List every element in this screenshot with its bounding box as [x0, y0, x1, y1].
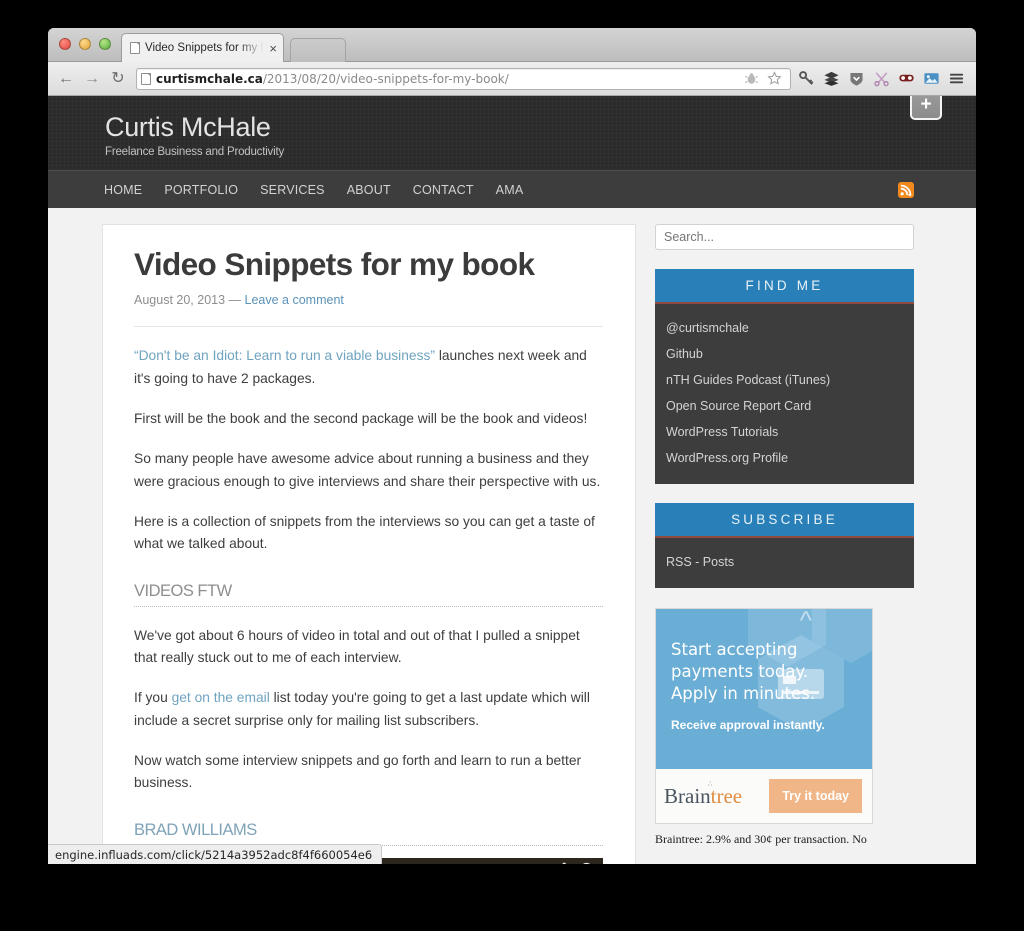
page-security-icon — [141, 72, 151, 85]
advertisement: ^ Start accepting payments today. Apply … — [655, 608, 914, 847]
back-button[interactable]: ← — [56, 68, 76, 90]
minimize-window-button[interactable] — [79, 38, 91, 50]
ad-line-3: Apply in minutes. — [671, 683, 816, 703]
widget-find-me: FIND ME @curtismchale Github nTH Guides … — [655, 269, 914, 484]
image-icon[interactable] — [922, 69, 941, 89]
sidebar-link-rss-posts[interactable]: RSS - Posts — [655, 549, 914, 575]
post-meta: August 20, 2013 — Leave a comment — [134, 293, 603, 328]
page-viewport: Curtis McHale Freelance Business and Pro… — [48, 96, 976, 864]
shield-icon[interactable] — [847, 69, 866, 89]
maximize-window-button[interactable] — [99, 38, 111, 50]
share-icon[interactable] — [554, 862, 567, 864]
close-tab-icon[interactable]: × — [269, 42, 277, 55]
address-bar[interactable]: curtismchale.ca/2013/08/20/video-snippet… — [136, 67, 791, 90]
search-input[interactable] — [655, 224, 914, 250]
window-controls — [59, 38, 111, 50]
omnibox-actions — [742, 69, 786, 89]
widget-subscribe: SUBSCRIBE RSS - Posts — [655, 503, 914, 588]
ad-subtext: Receive approval instantly. — [671, 717, 825, 732]
nav-item-portfolio[interactable]: PORTFOLIO — [164, 183, 238, 197]
email-list-link[interactable]: get on the email — [172, 690, 270, 705]
site-header: Curtis McHale Freelance Business and Pro… — [48, 96, 976, 170]
nav-item-services[interactable]: SERVICES — [260, 183, 325, 197]
sidebar-link-github[interactable]: Github — [655, 341, 914, 367]
post-paragraph-1: “Don't be an Idiot: Learn to run a viabl… — [134, 345, 603, 390]
new-tab-overlay-button[interactable]: + — [910, 96, 942, 120]
braintree-logo: Braintree ∴ — [664, 780, 743, 809]
url-text: curtismchale.ca/2013/08/20/video-snippet… — [156, 72, 509, 86]
browser-tab[interactable]: Video Snippets for my boo × — [121, 33, 284, 62]
new-tab-button[interactable] — [290, 38, 346, 62]
ad-line-1: Start accepting — [671, 640, 798, 659]
reload-button[interactable]: ↻ — [108, 68, 128, 90]
widget-find-me-links: @curtismchale Github nTH Guides Podcast … — [655, 304, 914, 484]
leave-comment-link[interactable]: Leave a comment — [245, 293, 344, 307]
ad-banner: ^ Start accepting payments today. Apply … — [656, 609, 872, 769]
post-paragraph-4: Here is a collection of snippets from th… — [134, 513, 595, 552]
key-icon[interactable] — [797, 69, 816, 89]
ad-footer: Braintree ∴ Try it today — [656, 769, 872, 823]
mask-icon[interactable] — [897, 69, 916, 89]
ad-caption: Braintree: 2.9% and 30¢ per transaction.… — [655, 832, 867, 846]
article-column: Video Snippets for my book August 20, 20… — [102, 224, 636, 864]
sidebar-link-wordpress-org-profile[interactable]: WordPress.org Profile — [655, 445, 914, 471]
info-icon[interactable] — [580, 862, 593, 864]
forward-button[interactable]: → — [82, 68, 102, 90]
logo-part-tree: tree — [710, 783, 743, 808]
post-paragraph-2: First will be the book and the second pa… — [134, 410, 588, 426]
tab-title: Video Snippets for my boo — [145, 42, 265, 54]
tab-strip: Video Snippets for my boo × — [48, 28, 976, 62]
try-it-today-button[interactable]: Try it today — [769, 779, 862, 813]
status-bar: engine.influads.com/click/5214a3952adc8f… — [48, 844, 383, 864]
ad-card[interactable]: ^ Start accepting payments today. Apply … — [655, 608, 873, 824]
chevron-up-icon: ^ — [799, 609, 812, 635]
post-title: Video Snippets for my book — [134, 246, 535, 282]
hamburger-menu-icon[interactable] — [947, 69, 966, 89]
p6-pre: If you — [134, 690, 172, 706]
browser-toolbar: ← → ↻ curtismchale.ca/2013/08/20/video-s… — [48, 62, 976, 96]
page-body: Video Snippets for my book August 20, 20… — [48, 208, 976, 864]
site-navigation: HOME PORTFOLIO SERVICES ABOUT CONTACT AM… — [48, 170, 976, 208]
logo-part-brain: Brain — [664, 783, 711, 808]
page-icon — [130, 42, 140, 54]
nav-item-home[interactable]: HOME — [104, 183, 142, 197]
sidebar-link-curtismchale[interactable]: @curtismchale — [655, 315, 914, 341]
meta-separator: — — [228, 293, 242, 308]
rss-feed-icon[interactable] — [898, 182, 914, 198]
sidebar-link-wordpress-tutorials[interactable]: WordPress Tutorials — [655, 419, 914, 445]
post-paragraph-5: We've got about 6 hours of video in tota… — [134, 627, 580, 666]
section-heading-brad-williams: BRAD WILLIAMS — [134, 821, 603, 846]
widget-subscribe-links: RSS - Posts — [655, 538, 914, 588]
site-tagline: Freelance Business and Productivity — [105, 146, 285, 158]
widget-subscribe-heading: SUBSCRIBE — [655, 503, 914, 538]
logo-dots-icon: ∴ — [708, 779, 714, 788]
widget-find-me-heading: FIND ME — [655, 269, 914, 304]
site-title: Curtis McHale — [105, 112, 271, 142]
close-window-button[interactable] — [59, 38, 71, 50]
ad-line-2: payments today. — [671, 661, 809, 681]
browser-window: Video Snippets for my boo × ← → ↻ curtis… — [48, 28, 976, 864]
section-heading-videos-ftw: VIDEOS FTW — [134, 582, 603, 607]
scissors-icon[interactable] — [872, 69, 891, 89]
url-path: /2013/08/20/video-snippets-for-my-book/ — [262, 71, 509, 86]
video-controls — [554, 862, 593, 864]
sidebar-link-open-source-report-card[interactable]: Open Source Report Card — [655, 393, 914, 419]
book-link[interactable]: “Don't be an Idiot: Learn to run a viabl… — [134, 348, 435, 363]
bookmark-star-icon[interactable] — [765, 69, 784, 89]
sidebar: FIND ME @curtismchale Github nTH Guides … — [655, 224, 914, 864]
layers-icon[interactable] — [822, 69, 841, 89]
post-paragraph-3: So many people have awesome advice about… — [134, 451, 601, 489]
plugin-bug-icon[interactable] — [742, 69, 761, 89]
nav-item-ama[interactable]: AMA — [496, 183, 524, 197]
nav-item-about[interactable]: ABOUT — [347, 183, 391, 197]
sidebar-link-nth-guides-podcast[interactable]: nTH Guides Podcast (iTunes) — [655, 367, 914, 393]
post-date: August 20, 2013 — [134, 293, 226, 308]
nav-item-contact[interactable]: CONTACT — [413, 183, 474, 197]
post-paragraph-6: If you get on the email list today you'r… — [134, 687, 603, 732]
post-paragraph-7: Now watch some interview snippets and go… — [134, 753, 582, 791]
url-domain: curtismchale.ca — [156, 71, 263, 86]
